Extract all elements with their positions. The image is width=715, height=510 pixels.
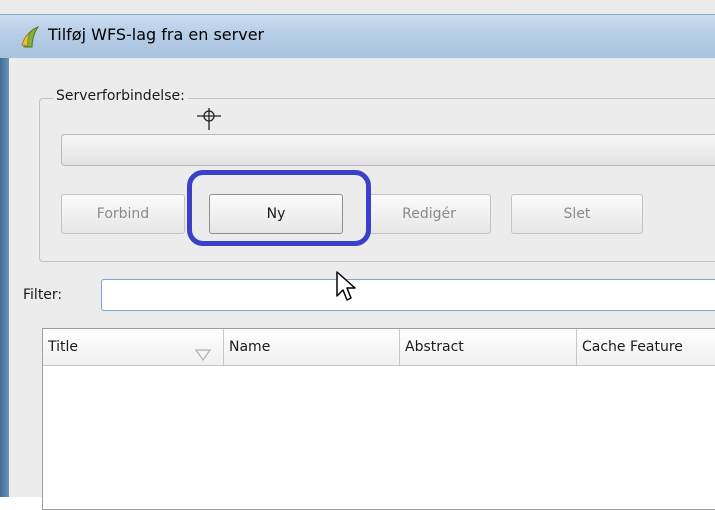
dialog-content: Serverforbindelse: Forbind Ny Redigér Sl… (9, 58, 715, 510)
table-body[interactable] (43, 366, 715, 508)
qgis-icon (20, 25, 42, 49)
highlight-annotation (187, 170, 371, 246)
sort-indicator-icon (194, 339, 212, 362)
mouse-pointer-icon (335, 270, 361, 304)
server-connection-label: Serverforbindelse: (53, 88, 188, 104)
connection-combobox[interactable] (61, 134, 715, 166)
column-header-label: Abstract (405, 339, 464, 355)
column-header-label: Cache Feature (582, 339, 683, 355)
filter-label: Filter: (23, 287, 63, 303)
edit-button[interactable]: Redigér (367, 194, 491, 234)
crosshair-icon (197, 104, 227, 134)
window-title: Tilføj WFS-lag fra en server (48, 25, 265, 44)
connect-button[interactable]: Forbind (61, 194, 185, 234)
table-header: Title Name Abstract Cache Feature (43, 329, 715, 366)
wfs-dialog: Tilføj WFS-lag fra en server Serverforbi… (0, 0, 715, 510)
filter-input[interactable] (101, 279, 715, 311)
column-header-label: Name (229, 339, 271, 355)
server-connection-group (39, 98, 715, 262)
delete-button[interactable]: Slet (511, 194, 643, 234)
column-header-name[interactable]: Name (224, 329, 400, 365)
column-header-title[interactable]: Title (43, 329, 224, 365)
column-header-label: Title (48, 339, 79, 355)
column-header-cache-feature[interactable]: Cache Feature (577, 329, 715, 365)
column-header-abstract[interactable]: Abstract (400, 329, 577, 365)
layer-table[interactable]: Title Name Abstract Cache Feature (42, 328, 715, 510)
title-bar[interactable]: Tilføj WFS-lag fra en server (0, 14, 715, 59)
window-frame (0, 58, 9, 497)
